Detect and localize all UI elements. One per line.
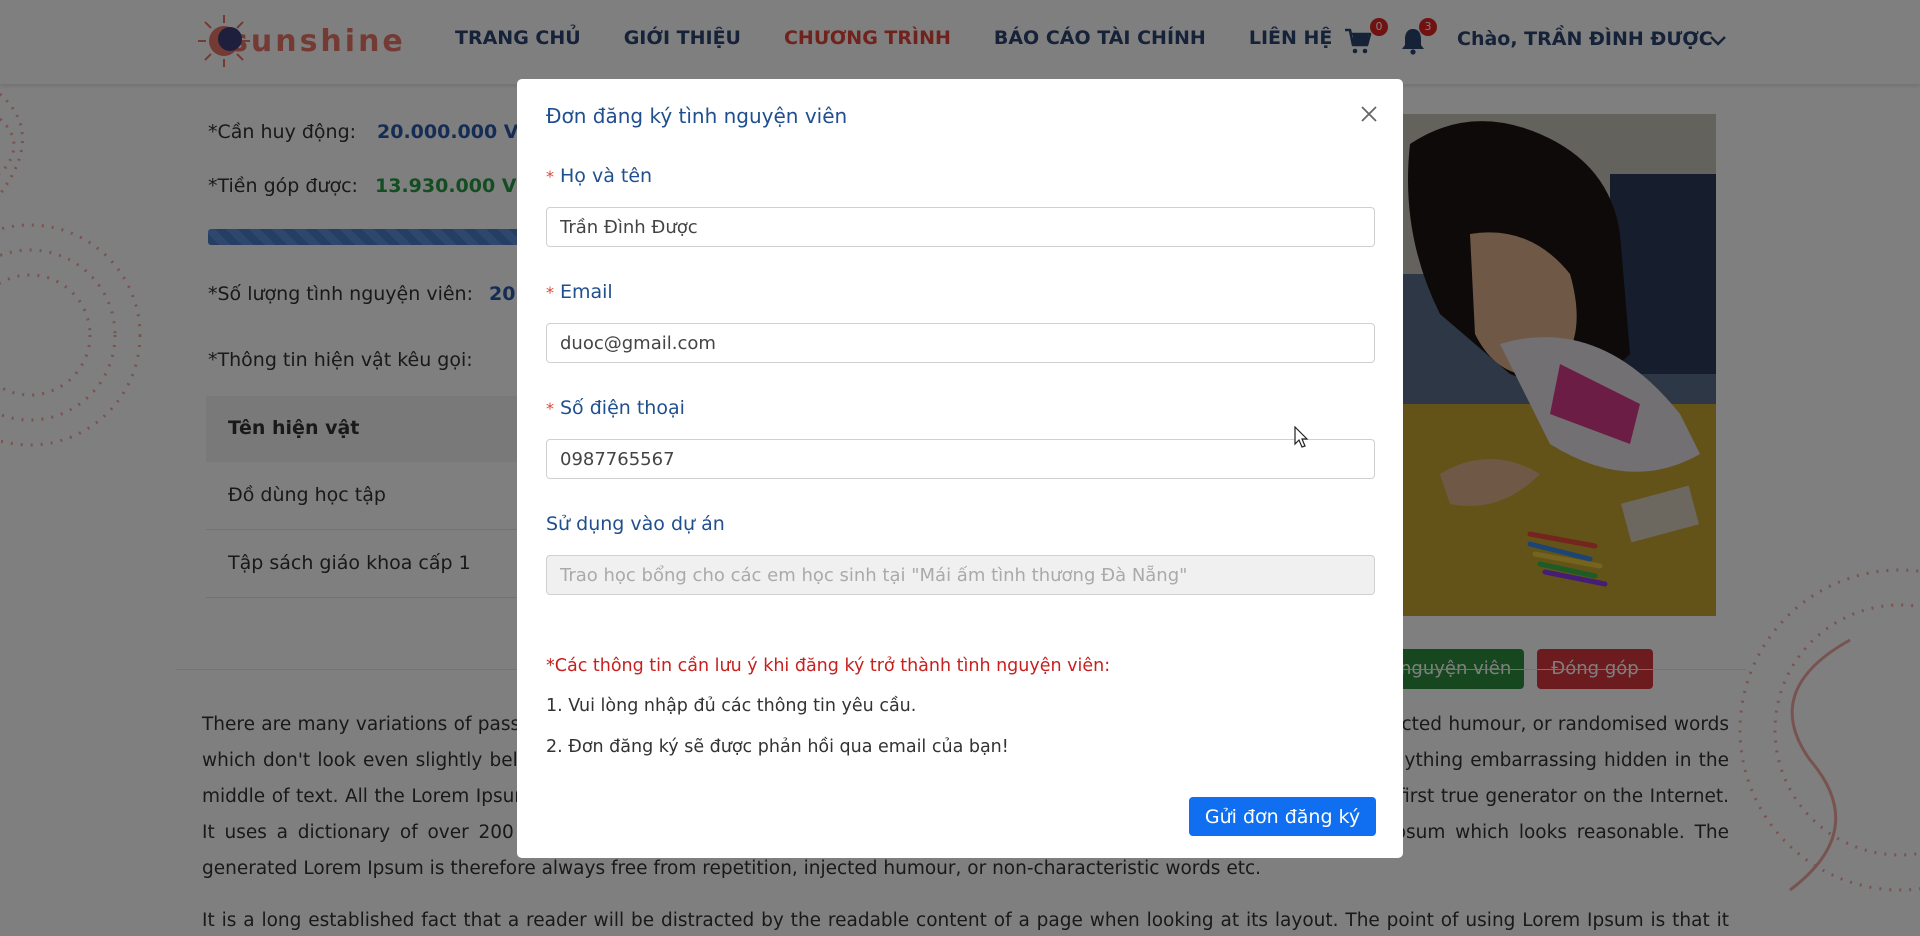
email-field[interactable] bbox=[546, 323, 1375, 363]
mouse-cursor-icon bbox=[1294, 426, 1309, 448]
phone-field[interactable] bbox=[546, 439, 1375, 479]
modal-title: Đơn đăng ký tình nguyện viên bbox=[546, 104, 848, 128]
submit-registration-button[interactable]: Gửi đơn đăng ký bbox=[1189, 797, 1376, 836]
project-field bbox=[546, 555, 1375, 595]
name-label-text: Họ và tên bbox=[560, 165, 653, 187]
phone-label-text: Số điện thoại bbox=[560, 397, 685, 419]
project-label: Sử dụng vào dự án bbox=[546, 513, 725, 535]
note-line: 2. Đơn đăng ký sẽ được phản hồi qua emai… bbox=[546, 737, 1009, 757]
close-icon[interactable] bbox=[1358, 103, 1380, 125]
name-field[interactable] bbox=[546, 207, 1375, 247]
required-marker: * bbox=[546, 283, 554, 302]
required-marker: * bbox=[546, 399, 554, 418]
email-label-text: Email bbox=[560, 281, 613, 303]
volunteer-registration-modal: Đơn đăng ký tình nguyện viên * Họ và tên … bbox=[517, 79, 1403, 858]
required-marker: * bbox=[546, 167, 554, 186]
notes-title: *Các thông tin cần lưu ý khi đăng ký trở… bbox=[546, 656, 1111, 676]
email-label: * Email bbox=[546, 281, 613, 303]
name-label: * Họ và tên bbox=[546, 165, 652, 187]
note-line: 1. Vui lòng nhập đủ các thông tin yêu cầ… bbox=[546, 696, 917, 716]
phone-label: * Số điện thoại bbox=[546, 397, 685, 419]
